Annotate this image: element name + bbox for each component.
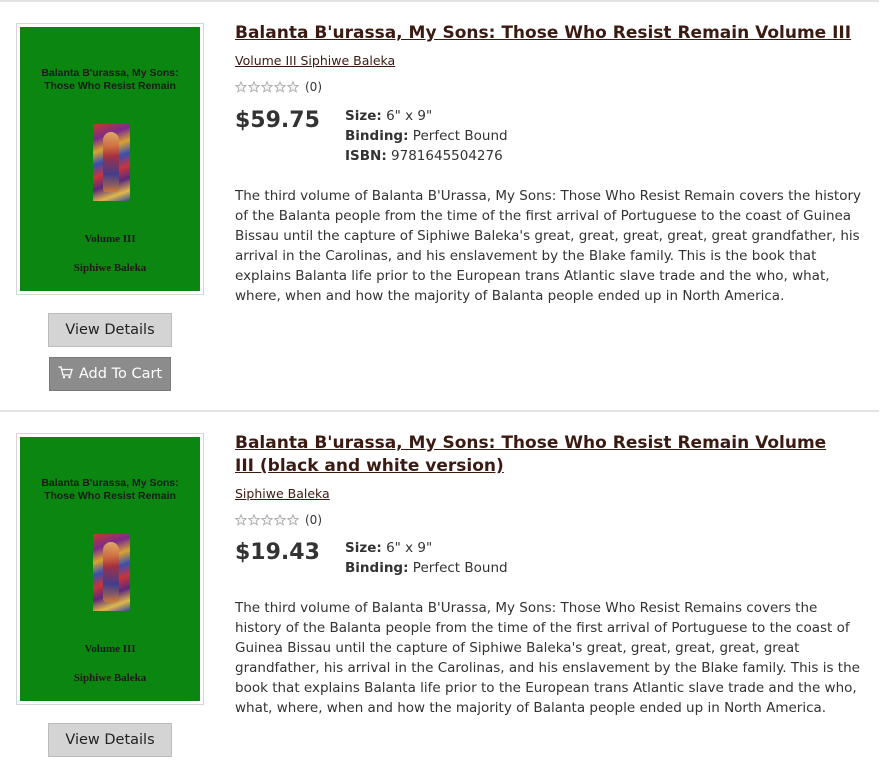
product-title-link[interactable]: Balanta B'urassa, My Sons: Those Who Res… [235,22,875,45]
cover-title: Balanta B'urassa, My Sons: Those Who Res… [41,477,179,502]
star-empty-icon [287,81,299,93]
rating: (0) [235,513,322,527]
add-to-cart-button[interactable]: Add To Cart [49,357,171,391]
price: $19.43 [235,540,320,565]
rating: (0) [235,80,322,94]
cover-illustration [93,124,130,201]
book-cover-image[interactable]: Balanta B'urassa, My Sons: Those Who Res… [16,23,204,295]
cart-icon [58,366,73,379]
cover-author: Siphiwe Baleka [73,262,147,274]
star-empty-icon [248,81,260,93]
cover-volume: Volume III [84,643,136,655]
cover-artwork: Balanta B'urassa, My Sons: Those Who Res… [20,437,200,701]
star-empty-icon [274,514,286,526]
product-author-link[interactable]: Siphiwe Baleka [235,486,330,501]
view-details-button[interactable]: View Details [48,723,172,757]
star-empty-icon [287,514,299,526]
rating-count: (0) [305,80,322,94]
spec-isbn: ISBN: 9781645504276 [345,148,503,164]
star-empty-icon [248,514,260,526]
spec-size: Size: 6" x 9" [345,540,433,556]
book-cover-image[interactable]: Balanta B'urassa, My Sons: Those Who Res… [16,433,204,705]
product-listing: Balanta B'urassa, My Sons: Those Who Res… [0,412,885,763]
cover-title: Balanta B'urassa, My Sons: Those Who Res… [41,67,179,92]
product-specs: Size: 6" x 9" Binding: Perfect Bound ISB… [345,106,508,166]
product-title-link[interactable]: Balanta B'urassa, My Sons: Those Who Res… [235,432,835,478]
star-empty-icon [261,81,273,93]
product-description: The third volume of Balanta B'Urassa, My… [235,188,861,304]
add-to-cart-label: Add To Cart [78,366,163,382]
rating-count: (0) [305,513,322,527]
price: $59.75 [235,108,320,133]
rating-stars [235,514,300,526]
cover-artwork: Balanta B'urassa, My Sons: Those Who Res… [20,27,200,291]
spec-binding: Binding: Perfect Bound [345,560,508,576]
star-empty-icon [274,81,286,93]
product-author-link[interactable]: Volume III Siphiwe Baleka [235,53,395,68]
star-empty-icon [235,514,247,526]
cover-volume: Volume III [84,233,136,245]
spec-binding: Binding: Perfect Bound [345,128,508,144]
product-description: The third volume of Balanta B'Urassa, My… [235,600,860,716]
cover-illustration [93,534,130,611]
star-empty-icon [235,81,247,93]
spec-size: Size: 6" x 9" [345,108,433,124]
product-specs: Size: 6" x 9" Binding: Perfect Bound [345,538,508,578]
rating-stars [235,81,300,93]
product-listing: Balanta B'urassa, My Sons: Those Who Res… [0,0,885,410]
view-details-button[interactable]: View Details [48,313,172,347]
cover-author: Siphiwe Baleka [73,672,147,684]
star-empty-icon [261,514,273,526]
